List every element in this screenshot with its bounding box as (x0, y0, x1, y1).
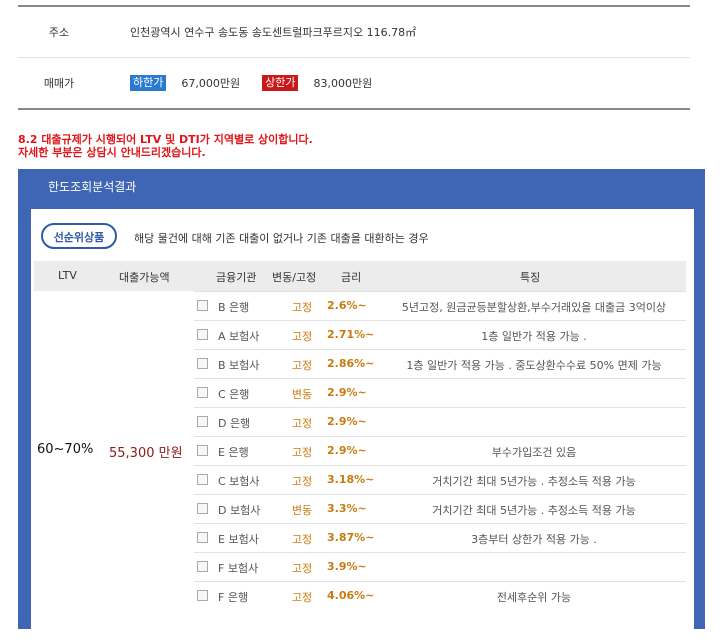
row-checkbox[interactable] (197, 329, 208, 340)
institution-cell: A 보험사 (218, 330, 260, 343)
header-amount: 대출가능액 (119, 271, 170, 284)
rate-type-cell: 변동 (291, 504, 313, 517)
property-info-table: 주소 인천광역시 연수구 송도동 송도센트럴파크푸르지오 116.78㎡ 매매가… (18, 5, 690, 110)
feature-cell: 1층 일반가 적용 가능 . 중도상환수수료 50% 면제 가능 (406, 359, 662, 372)
institution-cell: D 보험사 (218, 504, 261, 517)
ltv-amount-cell: 60~70% 55,300 만원 (34, 291, 194, 640)
rate-type-cell: 고정 (291, 591, 313, 604)
table-row: F 은행 고정 4.06%~ 전세후순위 가능 (194, 581, 686, 611)
interest-rate-cell: 3.18%~ (327, 473, 375, 486)
notice-line-1: 8.2 대출규제가 시행되어 LTV 및 DTI가 지역별로 상이합니다. (18, 133, 313, 146)
row-checkbox[interactable] (197, 445, 208, 456)
notice-line-2: 자세한 부분은 상담시 안내드리겠습니다. (18, 146, 206, 159)
table-row: E 은행 고정 2.9%~ 부수가입조건 있음 (194, 436, 686, 466)
institution-cell: C 은행 (218, 388, 250, 401)
row-checkbox[interactable] (197, 300, 208, 311)
price-value: 하한가 67,000만원 상한가 83,000만원 (100, 75, 690, 91)
institution-cell: E 은행 (218, 446, 249, 459)
table-row: E 보험사 고정 3.87%~ 3층부터 상한가 적용 가능 . (194, 523, 686, 553)
interest-rate-cell: 2.86%~ (327, 357, 375, 370)
institution-cell: F 보험사 (218, 562, 259, 575)
interest-rate-cell: 3.3%~ (327, 502, 367, 515)
rate-type-cell: 고정 (291, 301, 313, 314)
senior-loan-description: 해당 물건에 대해 기존 대출이 없거나 기존 대출을 대환하는 경우 (134, 232, 429, 245)
address-label: 주소 (48, 26, 70, 39)
row-checkbox[interactable] (197, 503, 208, 514)
feature-cell: 부수가입조건 있음 (491, 446, 577, 459)
feature-cell: 거치기간 최대 5년가능 . 추정소득 적용 가능 (432, 475, 636, 488)
interest-rate-cell: 2.9%~ (327, 386, 367, 399)
institution-cell: E 보험사 (218, 533, 259, 546)
row-checkbox[interactable] (197, 358, 208, 369)
table-row: C 은행 변동 2.9%~ (194, 378, 686, 408)
panel-title: 한도조회분석결과 (48, 180, 137, 194)
table-header: LTV 대출가능액 금융기관 변동/고정 금리 특징 (34, 261, 686, 291)
header-feature: 특징 (520, 271, 541, 284)
senior-loan-tab[interactable]: 선순위상품 (41, 223, 117, 249)
table-row: C 보험사 고정 3.18%~ 거치기간 최대 5년가능 . 추정소득 적용 가능 (194, 465, 686, 495)
interest-rate-cell: 2.9%~ (327, 415, 367, 428)
price-row: 매매가 하한가 67,000만원 상한가 83,000만원 (18, 57, 690, 108)
loan-analysis-panel: 한도조회분석결과 선순위상품 해당 물건에 대해 기존 대출이 없거나 기존 대… (18, 169, 705, 640)
rate-type-cell: 고정 (291, 417, 313, 430)
table-row: B 은행 고정 2.6%~ 5년고정, 원금균등분할상환,부수거래있을 대출금 3억이… (194, 291, 686, 321)
row-checkbox[interactable] (197, 416, 208, 427)
institution-cell: F 은행 (218, 591, 249, 604)
header-ltv: LTV (58, 269, 77, 282)
row-checkbox[interactable] (197, 387, 208, 398)
interest-rate-cell: 2.9%~ (327, 444, 367, 457)
regulation-notice: 8.2 대출규제가 시행되어 LTV 및 DTI가 지역별로 상이합니다. 자세… (18, 133, 313, 159)
rate-type-cell: 고정 (291, 330, 313, 343)
high-price-badge: 상한가 (262, 75, 299, 91)
row-checkbox[interactable] (197, 590, 208, 601)
feature-cell: 거치기간 최대 5년가능 . 추정소득 적용 가능 (432, 504, 636, 517)
rate-type-cell: 고정 (291, 562, 313, 575)
rate-type-cell: 변동 (291, 388, 313, 401)
institution-cell: C 보험사 (218, 475, 260, 488)
rate-type-cell: 고정 (291, 533, 313, 546)
institution-cell: B 보험사 (218, 359, 260, 372)
panel-body: 선순위상품 해당 물건에 대해 기존 대출이 없거나 기존 대출을 대환하는 경… (31, 209, 694, 640)
row-checkbox[interactable] (197, 532, 208, 543)
table-row: A 보험사 고정 2.71%~ 1층 일반가 적용 가능 . (194, 320, 686, 350)
interest-rate-cell: 3.87%~ (327, 531, 375, 544)
address-value: 인천광역시 연수구 송도동 송도센트럴파크푸르지오 116.78㎡ (130, 26, 417, 39)
table-row: D 은행 고정 2.9%~ (194, 407, 686, 437)
feature-cell: 3층부터 상한가 적용 가능 . (471, 533, 597, 546)
low-price: 67,000만원 (181, 77, 241, 90)
interest-rate-cell: 2.71%~ (327, 328, 375, 341)
header-institution: 금융기관 (216, 271, 257, 284)
rate-type-cell: 고정 (291, 475, 313, 488)
high-price: 83,000만원 (313, 77, 373, 90)
ltv-value: 60~70% (37, 442, 94, 457)
table-row: D 보험사 변동 3.3%~ 거치기간 최대 5년가능 . 추정소득 적용 가능 (194, 494, 686, 524)
institution-cell: B 은행 (218, 301, 250, 314)
table-row: B 보험사 고정 2.86%~ 1층 일반가 적용 가능 . 중도상환수수료 50% … (194, 349, 686, 379)
rate-type-cell: 고정 (291, 446, 313, 459)
low-price-badge: 하한가 (130, 75, 167, 91)
address-row: 주소 인천광역시 연수구 송도동 송도센트럴파크푸르지오 116.78㎡ (18, 7, 690, 57)
interest-rate-cell: 2.6%~ (327, 299, 367, 312)
price-label: 매매가 (43, 77, 75, 90)
feature-cell: 전세후순위 가능 (496, 591, 572, 604)
header-type: 변동/고정 (272, 271, 317, 284)
row-checkbox[interactable] (197, 474, 208, 485)
row-checkbox[interactable] (197, 561, 208, 572)
table-row: F 보험사 고정 3.9%~ (194, 552, 686, 582)
interest-rate-cell: 3.9%~ (327, 560, 367, 573)
feature-cell: 5년고정, 원금균등분할상환,부수거래있을 대출금 3억이상 (401, 301, 667, 314)
interest-rate-cell: 4.06%~ (327, 589, 375, 602)
loan-amount-value: 55,300 만원 (109, 446, 183, 461)
feature-cell: 1층 일반가 적용 가능 . (481, 330, 587, 343)
rate-type-cell: 고정 (291, 359, 313, 372)
institution-cell: D 은행 (218, 417, 251, 430)
header-rate: 금리 (341, 271, 362, 284)
